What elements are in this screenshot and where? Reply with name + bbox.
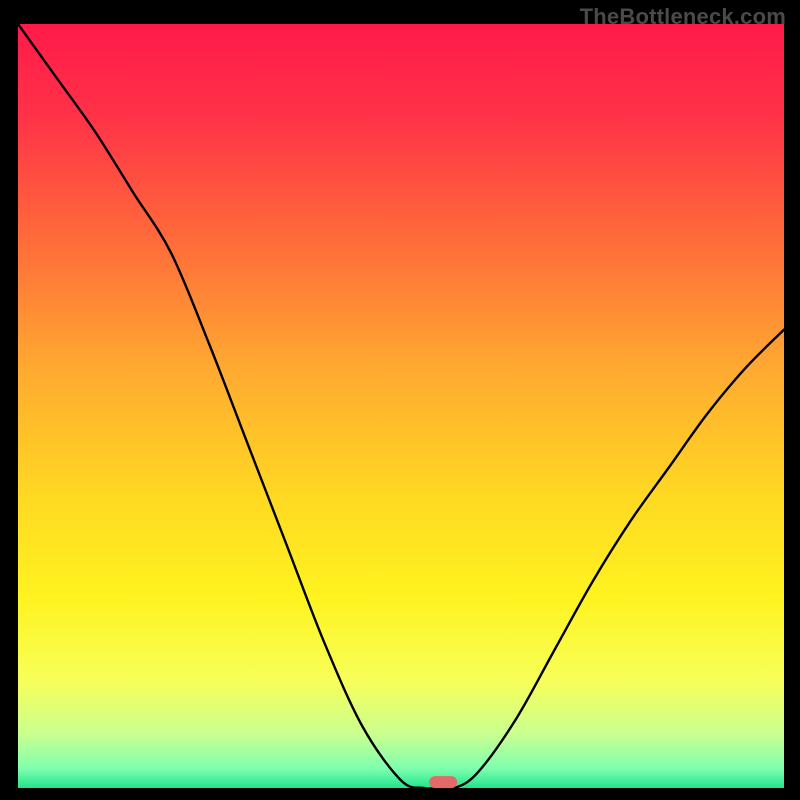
bottleneck-chart bbox=[0, 0, 800, 800]
optimal-marker bbox=[429, 776, 457, 788]
chart-frame: TheBottleneck.com bbox=[0, 0, 800, 800]
plot-background bbox=[18, 24, 784, 788]
watermark-text: TheBottleneck.com bbox=[580, 4, 786, 30]
